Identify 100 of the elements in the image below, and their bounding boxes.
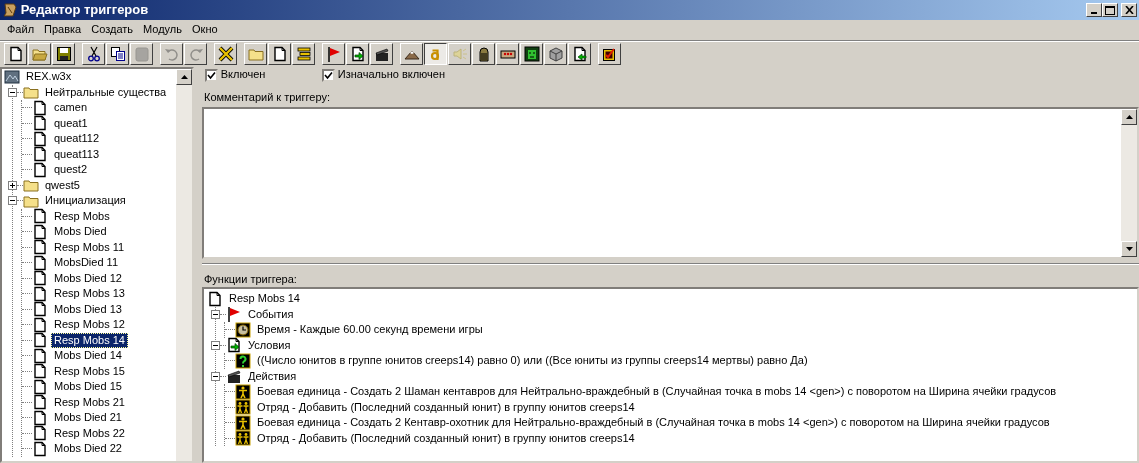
checkbox-label: Изначально включен (337, 68, 446, 82)
x-icon (217, 46, 234, 62)
scrollbar[interactable] (176, 69, 192, 461)
check-icon (207, 70, 216, 80)
tree-item[interactable]: Resp Mobs 15 (51, 363, 128, 379)
page-icon (32, 394, 48, 411)
maximize-button[interactable] (1102, 3, 1119, 17)
up-arrow-icon (180, 75, 188, 79)
page-icon (32, 239, 48, 256)
tree-item[interactable]: ((Число юнитов в группе юнитов creeps14) равно 0) или ((Все юниты из группы creeps14 мертвы) равно Да) (254, 353, 811, 369)
collapse-toggle[interactable] (211, 340, 220, 350)
figures-icon (235, 430, 251, 447)
tree-item[interactable]: quest2 (51, 162, 91, 178)
flag-icon (226, 306, 242, 323)
redo-icon (187, 46, 204, 62)
tree-item[interactable]: qwest5 (42, 177, 83, 193)
tree-item[interactable]: Боевая единица - Создать 2 Шаман кентавров для Нейтрально-враждебный в (Случайная точка в mobs 14 <gen>) с поворотом на Ширина ячейки градусов (254, 384, 1060, 400)
tree-item[interactable]: MobsDied 11 (51, 255, 121, 271)
tree-item[interactable]: Mobs Died 22 (51, 441, 125, 457)
tree-item[interactable]: Mobs Died 14 (51, 348, 125, 364)
page-icon (32, 208, 48, 225)
clapboard-icon (226, 368, 242, 385)
checkbox-label: Включен (220, 68, 266, 82)
tree-item[interactable]: Resp Mobs 14 (51, 332, 128, 348)
collapse-toggle[interactable] (211, 371, 220, 381)
check-icon (324, 70, 333, 80)
section-label: Функции триггера: (204, 273, 297, 285)
tree-item[interactable]: Инициализация (42, 193, 129, 209)
tree-item[interactable]: Mobs Died 12 (51, 270, 125, 286)
page-icon (32, 161, 48, 178)
tree-item[interactable]: Mobs Died 15 (51, 379, 125, 395)
close-button[interactable] (1121, 3, 1137, 17)
tree-item[interactable]: Resp Mobs 21 (51, 394, 128, 410)
page-icon (32, 146, 48, 163)
figures-icon (235, 399, 251, 416)
field-label: Комментарий к триггеру: (204, 91, 330, 103)
maximize-icon (1105, 5, 1116, 15)
toolbar-button[interactable] (424, 43, 447, 65)
tree-item[interactable]: События (245, 306, 297, 322)
floppy-icon (55, 46, 72, 62)
collapse-toggle[interactable] (211, 309, 220, 319)
tree-item[interactable]: Условия (245, 337, 294, 353)
question-icon (235, 352, 251, 369)
folder-icon (23, 84, 39, 101)
cube-icon (547, 46, 564, 62)
checkbox[interactable] (322, 68, 335, 82)
clock-icon (235, 321, 251, 338)
tree-item[interactable]: queat112 (51, 131, 103, 147)
figure-icon (235, 383, 251, 400)
clapboard-icon (373, 46, 390, 62)
checkbox[interactable] (205, 68, 218, 82)
window-title: Редактор триггеров (20, 2, 149, 18)
collapse-toggle[interactable] (8, 196, 17, 206)
page-icon (32, 301, 48, 318)
page-arrow-icon (349, 46, 366, 62)
tree-item[interactable]: Время - Каждые 60.00 секунд времени игры (254, 322, 486, 338)
page-icon (271, 46, 288, 62)
tree-item[interactable]: camen (51, 100, 91, 116)
tree-item[interactable]: Resp Mobs 12 (51, 317, 128, 333)
tree-item[interactable]: Resp Mobs 11 (51, 239, 128, 255)
page-icon (32, 363, 48, 380)
tree-item[interactable]: Mobs Died 13 (51, 301, 125, 317)
expand-toggle[interactable] (8, 180, 17, 190)
tree-item[interactable]: Resp Mobs 14 (226, 291, 303, 307)
tree-item[interactable]: Отряд - Добавить (Последний созданный юнит) в группу юнитов creeps14 (254, 399, 638, 415)
page-arrow-icon (571, 46, 588, 62)
tree-item[interactable]: Отряд - Добавить (Последний созданный юнит) в группу юнитов creeps14 (254, 430, 638, 446)
folder-icon (247, 46, 264, 62)
page-icon (32, 378, 48, 395)
page-icon (32, 254, 48, 271)
close-icon (1124, 6, 1134, 14)
tree-item[interactable]: Resp Mobs 13 (51, 286, 128, 302)
page-icon (32, 409, 48, 426)
collapse-toggle[interactable] (8, 87, 17, 97)
tree-item[interactable]: Боевая единица - Создать 2 Кентавр-охотник для Нейтрально-враждебный в (Случайная точка в mobs 14 <gen>) с поворотом на Ширина ячейки градусов (254, 415, 1053, 431)
tree-item[interactable]: Resp Mobs 22 (51, 425, 128, 441)
tree-item[interactable]: queat1 (51, 115, 91, 131)
page-icon (32, 425, 48, 442)
menu-item[interactable]: Окно (187, 23, 223, 37)
menu-item[interactable]: Правка (39, 23, 87, 37)
comment-field[interactable] (202, 107, 1139, 259)
minimize-button[interactable] (1086, 3, 1103, 17)
copy-icon (109, 46, 126, 62)
tree-item[interactable]: Mobs Died 21 (51, 410, 125, 426)
page-icon (207, 290, 223, 307)
page-icon (32, 347, 48, 364)
flag-icon (325, 46, 342, 62)
tree-item[interactable]: REX.w3x (23, 69, 75, 85)
tree-item[interactable]: Действия (245, 368, 300, 384)
tree-item[interactable]: Нейтральные существа (42, 84, 170, 100)
tree-item[interactable]: queat113 (51, 146, 103, 162)
speaker-icon (451, 46, 468, 62)
menu-item[interactable]: Создать (86, 23, 139, 37)
scissors-icon (85, 46, 102, 62)
menu-item[interactable]: Модуль (138, 23, 188, 37)
page-icon (32, 115, 48, 132)
tree-item[interactable]: Mobs Died (51, 224, 110, 240)
page-icon (32, 440, 48, 457)
tree-item[interactable]: Resp Mobs (51, 208, 113, 224)
menu-item[interactable]: Файл (2, 23, 40, 37)
